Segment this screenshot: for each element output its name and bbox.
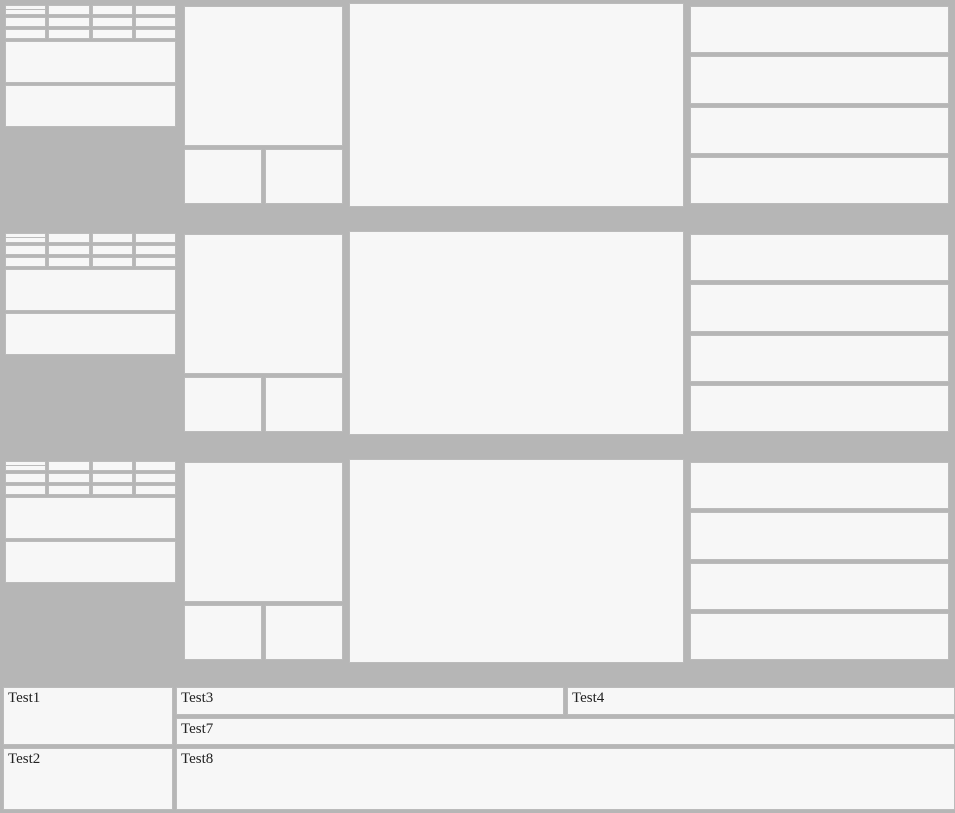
mini-wide (5, 541, 176, 583)
cell-test8: Test8 (176, 748, 955, 810)
nano-cell (5, 5, 46, 15)
nano-cell (48, 461, 89, 471)
cell-c (349, 3, 684, 207)
b-top (184, 234, 343, 374)
b-top (184, 462, 343, 602)
cell-d (687, 231, 952, 435)
d-row (690, 107, 949, 154)
cell-test4: Test4 (567, 687, 955, 715)
nano-cell (5, 17, 46, 27)
nano-cell (92, 29, 133, 39)
d-row (690, 335, 949, 382)
nano-cell (48, 473, 89, 483)
nano-cell (5, 257, 46, 267)
cell-test2: Test2 (3, 748, 173, 810)
mini-wide (5, 269, 176, 311)
nano-cell (48, 485, 89, 495)
nano-cell (92, 245, 133, 255)
nano-cell (92, 257, 133, 267)
nano-cell (135, 5, 176, 15)
nano-cell (5, 29, 46, 39)
d-row (690, 563, 949, 610)
cell-b (181, 3, 346, 207)
mini-wide (5, 497, 176, 539)
b-bot-right (265, 377, 343, 432)
cell-test7: Test7 (176, 718, 955, 746)
cell-c (349, 459, 684, 663)
grid-block-3 (0, 456, 955, 666)
cell-c (349, 231, 684, 435)
b-top (184, 6, 343, 146)
cell-d (687, 459, 952, 663)
d-row (690, 157, 949, 204)
cell-b (181, 459, 346, 663)
nano-cell (135, 233, 176, 243)
nano-cell (48, 257, 89, 267)
cell-a (3, 3, 178, 207)
grid-block-2 (0, 228, 955, 438)
mini-wide (5, 41, 176, 83)
d-row (690, 462, 949, 509)
nano-cell (135, 29, 176, 39)
d-row (690, 56, 949, 103)
d-row (690, 6, 949, 53)
cell-b (181, 231, 346, 435)
nano-cell (48, 17, 89, 27)
cell-a (3, 231, 178, 435)
d-row (690, 613, 949, 660)
nano-cell (135, 473, 176, 483)
nano-cell (5, 245, 46, 255)
cell-test3: Test3 (176, 687, 564, 715)
nano-cell (135, 245, 176, 255)
nano-cell (5, 461, 46, 471)
layout-demo: Test1 Test3 Test4 Test7 Test2 Test8 (0, 0, 955, 813)
b-bot-left (184, 377, 262, 432)
bottom-table: Test1 Test3 Test4 Test7 Test2 Test8 (0, 684, 955, 813)
nano-cell (135, 461, 176, 471)
mini-wide (5, 85, 176, 127)
nano-cell (92, 473, 133, 483)
nano-cell (5, 485, 46, 495)
grid-block-1 (0, 0, 955, 210)
d-row (690, 512, 949, 559)
b-bot-left (184, 605, 262, 660)
cell-d (687, 3, 952, 207)
b-bot-right (265, 605, 343, 660)
nano-cell (135, 485, 176, 495)
cell-test1: Test1 (3, 687, 173, 745)
nano-cell (5, 473, 46, 483)
d-row (690, 234, 949, 281)
nano-cell (48, 245, 89, 255)
b-bot-right (265, 149, 343, 204)
nano-cell (135, 257, 176, 267)
nano-cell (5, 233, 46, 243)
b-bot-left (184, 149, 262, 204)
nano-cell (135, 17, 176, 27)
cell-a (3, 459, 178, 663)
nano-cell (92, 233, 133, 243)
mini-wide (5, 313, 176, 355)
nano-cell (92, 17, 133, 27)
nano-cell (48, 233, 89, 243)
d-row (690, 284, 949, 331)
nano-cell (48, 5, 89, 15)
nano-cell (92, 5, 133, 15)
nano-cell (48, 29, 89, 39)
nano-cell (92, 461, 133, 471)
nano-cell (92, 485, 133, 495)
d-row (690, 385, 949, 432)
